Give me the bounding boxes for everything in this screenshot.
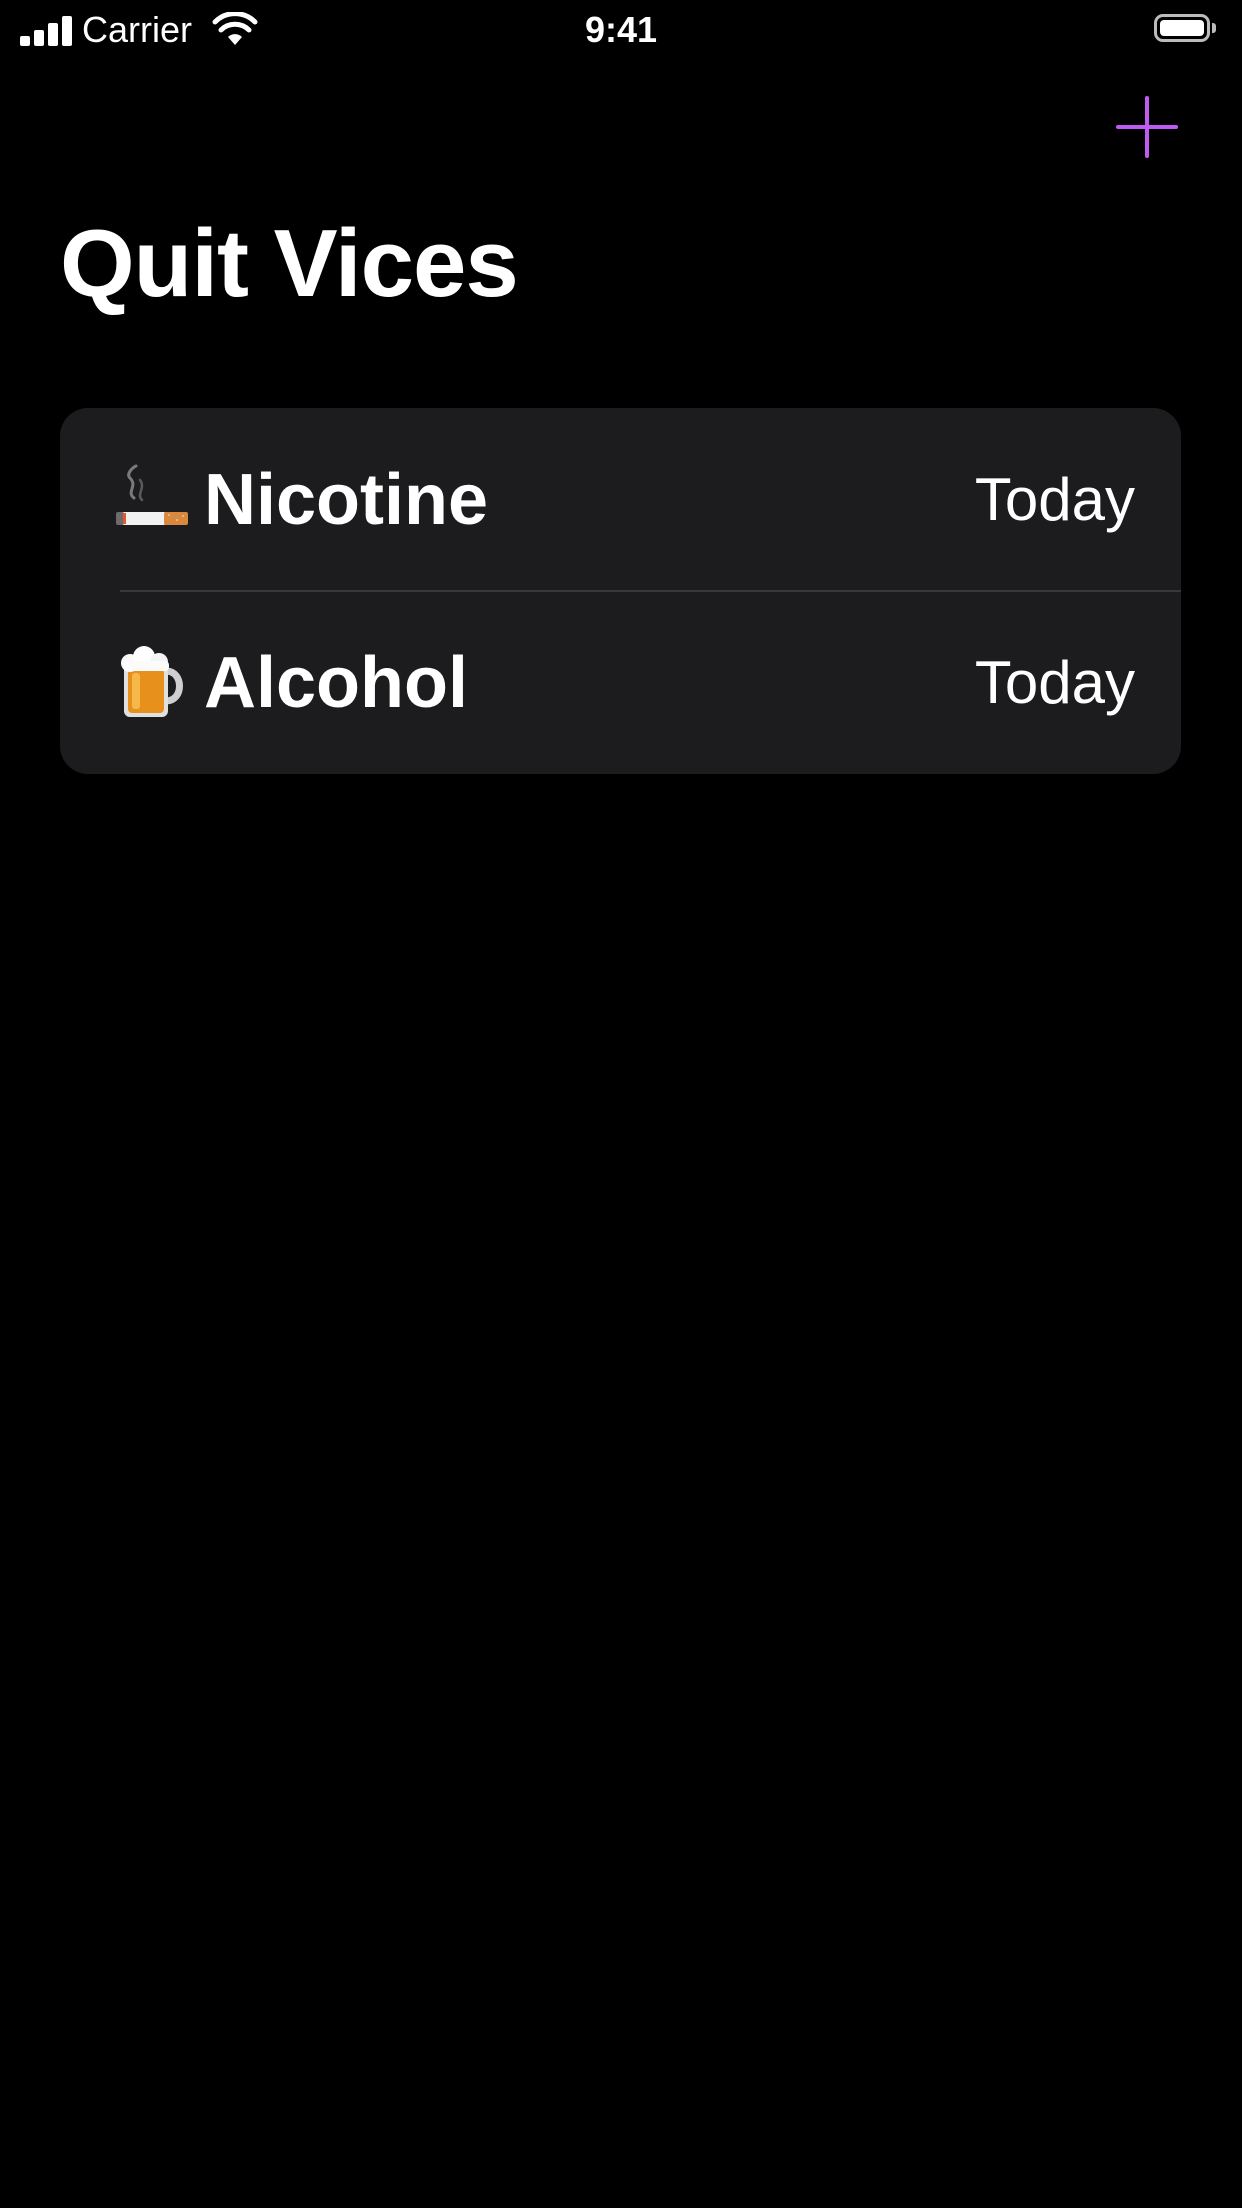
beer-mug-icon	[121, 645, 183, 717]
plus-icon	[1116, 96, 1178, 158]
list-item-nicotine[interactable]: Nicotine Today	[60, 408, 1181, 592]
add-vice-button[interactable]	[1110, 90, 1184, 164]
page-title: Quit Vices	[60, 210, 519, 317]
vices-list: Nicotine Today Alcohol Today	[60, 408, 1181, 774]
status-time: 9:41	[584, 9, 658, 50]
battery-icon	[1154, 14, 1216, 46]
cigarette-icon	[116, 464, 188, 525]
status-bar: Carrier 9:41	[0, 0, 1242, 62]
vice-date: Today	[974, 465, 1135, 533]
vice-name: Alcohol	[204, 642, 468, 723]
vice-date: Today	[974, 648, 1135, 716]
vice-name: Nicotine	[204, 459, 489, 540]
list-item-alcohol[interactable]: Alcohol Today	[60, 591, 1181, 774]
